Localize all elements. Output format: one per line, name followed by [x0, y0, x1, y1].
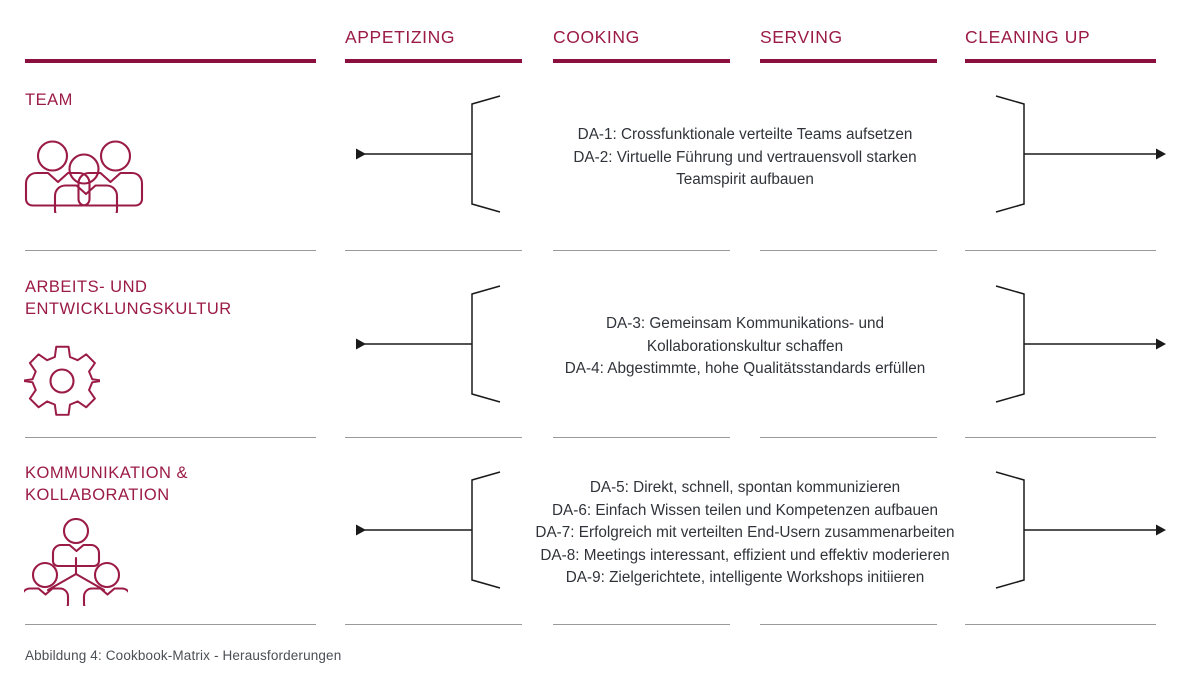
row-separator-1-label	[25, 250, 316, 251]
row-item: Kollaborationskultur schaffen	[646, 337, 844, 355]
row-title-kommunikation-kollaboration: KOMMUNIKATION & KOLLABORATION	[25, 464, 189, 504]
row-item: DA-4: Abgestimmte, hohe Qualitätsstandar…	[564, 360, 926, 377]
row-title-team: TEAM	[25, 91, 73, 109]
row-3-left-bracket	[471, 471, 501, 589]
accent-rule-cleaning-up	[965, 59, 1156, 63]
row-item: DA-9: Zielgerichtete, intelligente Works…	[565, 569, 925, 586]
row-items-team: DA-1: Crossfunktionale verteilte Teams a…	[553, 124, 937, 192]
accent-rule-appetizing	[345, 59, 522, 63]
row-separator-3-serving	[760, 624, 937, 625]
row-separator-2-serving	[760, 437, 937, 438]
row-item: DA-3: Gemeinsam Kommunikations- und	[605, 315, 884, 332]
row-3-right-bracket	[995, 471, 1025, 589]
row-items-arbeitskultur: DA-3: Gemeinsam Kommunikations- und Koll…	[553, 313, 937, 381]
row-item: Teamspirit aufbauen	[676, 171, 814, 188]
row-separator-3-label	[25, 624, 316, 625]
row-separator-3-appetizing	[345, 624, 522, 625]
row-separator-1-serving	[760, 250, 937, 251]
row-separator-1-cooking	[553, 250, 730, 251]
row-item: DA-7: Erfolgreich mit verteilten End-Use…	[535, 524, 955, 541]
row-item: DA-6: Einfach Wissen teilen und Kompeten…	[551, 501, 939, 519]
row-1-left-bracket	[471, 95, 501, 213]
cookbook-matrix: APPETIZING COOKING SERVING CLEANING UP T…	[0, 0, 1181, 674]
row-separator-1-cleaning-up	[965, 250, 1156, 251]
figure-caption: Abbildung 4: Cookbook-Matrix - Herausfor…	[25, 648, 342, 663]
column-header-cooking: COOKING	[553, 27, 640, 47]
column-header-serving: SERVING	[760, 27, 843, 47]
row-item: DA-1: Crossfunktionale verteilte Teams a…	[577, 126, 913, 143]
row-item: DA-8: Meetings interessant, effizient un…	[540, 546, 950, 564]
row-item: DA-2: Virtuelle Führung und vertrauensvo…	[573, 148, 917, 166]
row-separator-2-cooking	[553, 437, 730, 438]
team-group-icon	[24, 135, 144, 219]
row-2-left-bracket	[471, 285, 501, 403]
gear-icon	[21, 343, 104, 424]
accent-rule-serving	[760, 59, 937, 63]
row-separator-2-appetizing	[345, 437, 522, 438]
column-header-appetizing: APPETIZING	[345, 27, 456, 47]
row-item: DA-5: Direkt, schnell, spontan kommunizi…	[589, 479, 901, 496]
collaboration-network-icon	[20, 517, 132, 611]
row-2-right-bracket	[995, 285, 1025, 403]
row-separator-3-cooking	[553, 624, 730, 625]
accent-rule-row-label	[25, 59, 316, 63]
row-items-kommunikation: DA-5: Direkt, schnell, spontan kommunizi…	[508, 477, 982, 590]
accent-rule-cooking	[553, 59, 730, 63]
column-header-cleaning-up: CLEANING UP	[965, 27, 1091, 47]
row-title-arbeits-und-entwicklungskultur: ARBEITS- UND ENTWICKLUNGSKULTUR	[25, 278, 232, 318]
row-separator-2-cleaning-up	[965, 437, 1156, 438]
row-separator-1-appetizing	[345, 250, 522, 251]
row-separator-2-label	[25, 437, 316, 438]
row-1-right-bracket	[995, 95, 1025, 213]
row-separator-3-cleaning-up	[965, 624, 1156, 625]
